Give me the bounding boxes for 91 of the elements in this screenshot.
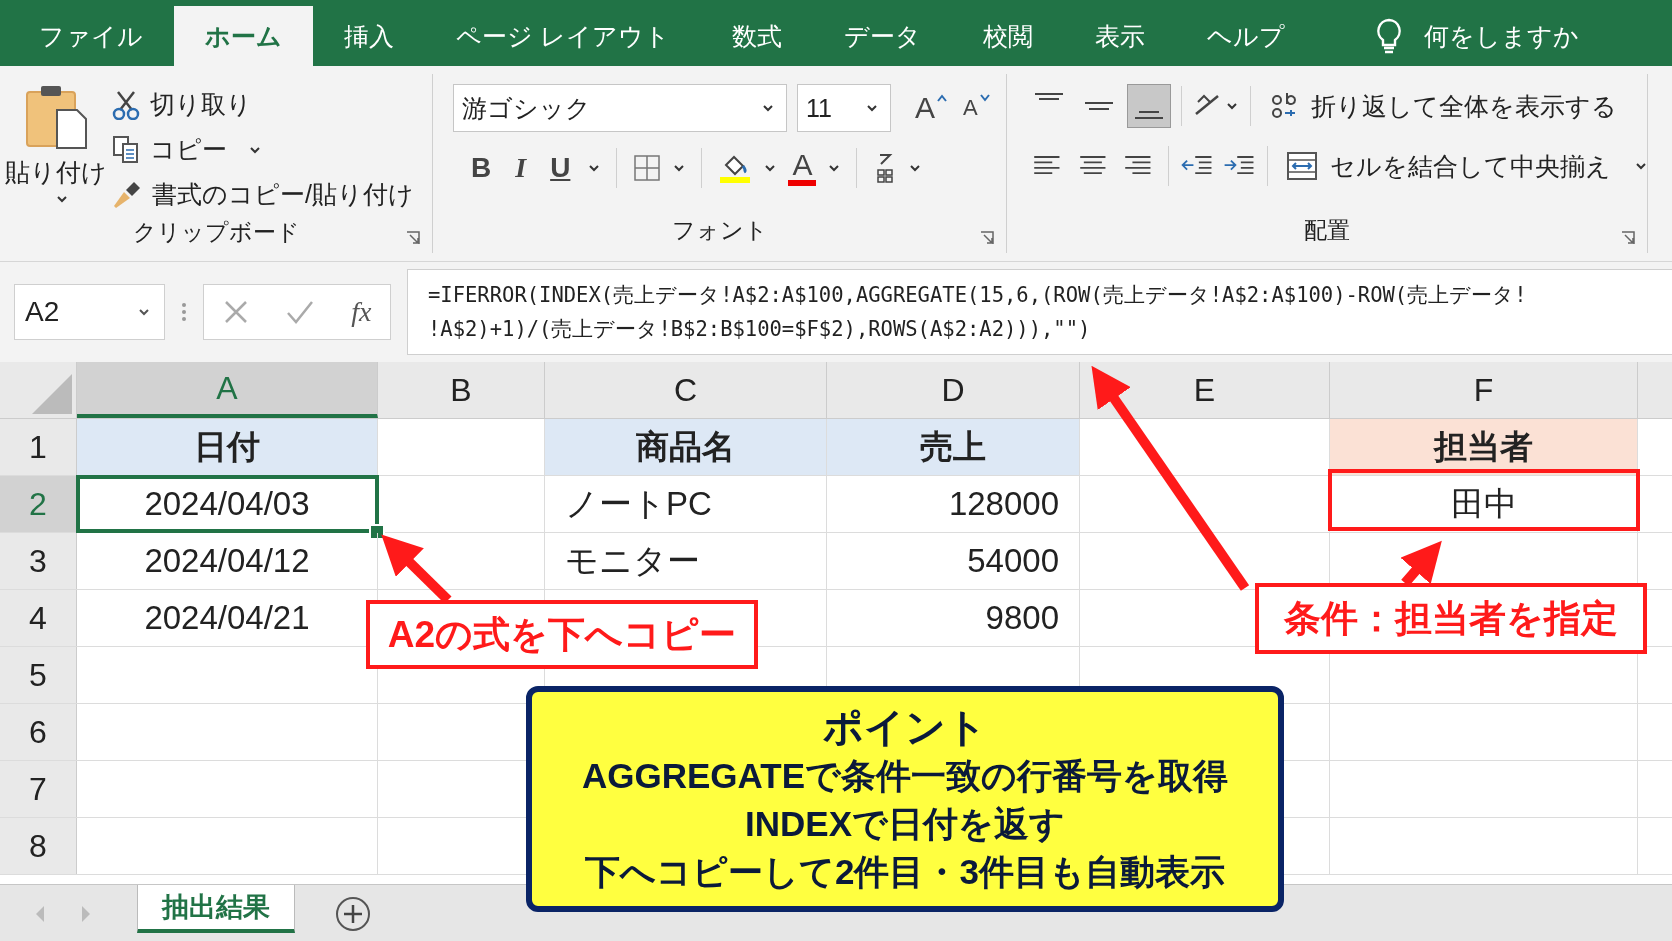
underline-button[interactable]: U <box>544 152 577 184</box>
italic-button[interactable]: I <box>509 152 533 184</box>
row-header[interactable]: 1 <box>0 419 77 475</box>
ribbon-tab[interactable]: 校閲 <box>951 6 1064 66</box>
ribbon-tab[interactable]: ヘルプ <box>1175 6 1316 66</box>
insert-function-button[interactable]: fx <box>351 296 372 328</box>
scissors-icon <box>112 89 140 120</box>
ribbon-tab[interactable]: 挿入 <box>313 6 425 66</box>
font-color-button[interactable]: A <box>788 150 817 186</box>
column-header[interactable]: C <box>545 362 827 418</box>
table-cell: ノートPC <box>545 476 827 532</box>
ribbon-tab[interactable]: 表示 <box>1063 6 1176 66</box>
callout-label: 条件：担当者を指定 <box>1255 583 1647 654</box>
dialog-launcher-icon[interactable] <box>980 231 994 245</box>
cut-button[interactable]: 切り取り <box>112 88 414 121</box>
caret-icon <box>866 104 878 112</box>
ribbon-tab[interactable]: ホーム <box>174 6 313 66</box>
fill-handle[interactable] <box>369 524 385 540</box>
table-cell: 2024/04/03 <box>77 476 378 532</box>
row-header[interactable]: 6 <box>0 704 77 760</box>
note-title: ポイント <box>823 704 987 751</box>
format-painter-button[interactable]: 書式のコピー/貼り付け <box>112 178 414 211</box>
column-header[interactable]: D <box>827 362 1080 418</box>
row-header[interactable]: 2 <box>0 476 77 532</box>
copy-button[interactable]: コピー <box>112 133 414 166</box>
table-cell: 9800 <box>827 590 1080 646</box>
caret-icon[interactable] <box>588 164 601 172</box>
lightbulb-icon <box>1375 18 1402 54</box>
dialog-launcher-icon[interactable] <box>406 231 420 245</box>
paste-button[interactable]: 貼り付け <box>0 74 112 211</box>
caret-icon <box>249 145 261 154</box>
wrap-text-button[interactable]: 折り返して全体を表示する <box>1269 89 1617 123</box>
column-header[interactable]: B <box>378 362 545 418</box>
ribbon-tab[interactable]: ページ レイアウト <box>425 6 701 66</box>
row-header[interactable]: 8 <box>0 818 77 874</box>
table-cell: 商品名 <box>545 419 827 475</box>
table-cell: 2024/04/12 <box>77 533 378 589</box>
caret-icon[interactable] <box>764 164 777 172</box>
row-header[interactable]: 5 <box>0 647 77 703</box>
callout-label: A2の式を下へコピー <box>366 600 758 669</box>
caret-icon <box>56 195 68 203</box>
column-header[interactable]: E <box>1080 362 1330 418</box>
row-header[interactable]: 3 <box>0 533 77 589</box>
group-label: クリップボード <box>132 217 300 247</box>
clipboard-icon <box>23 84 89 150</box>
wrap-text-icon <box>1269 91 1299 121</box>
table-cell: 田中 <box>1330 476 1638 532</box>
caret-up-icon <box>937 94 947 102</box>
table-cell: 担当者 <box>1330 419 1638 475</box>
formula-field[interactable]: =IFERROR(INDEX(売上データ!A$2:A$100,AGGREGATE(15,6,(ROW(売上データ!A$2:A$100)-ROW(売上データ! !A$2)+1)/(売上データ!B$2:B$100=$F$2),ROWS(A$2:A2))),"") <box>407 269 1672 355</box>
table-cell: 売上 <box>827 419 1080 475</box>
copy-icon <box>112 134 140 165</box>
merge-center-button[interactable]: セルを結合して中央揃え <box>1286 149 1648 183</box>
borders-icon[interactable] <box>633 154 662 182</box>
font-size-dropdown[interactable]: 11 <box>797 84 891 132</box>
table-cell: モニター <box>545 533 827 589</box>
ribbon-tab[interactable]: ファイル <box>8 6 174 66</box>
column-header[interactable]: F <box>1330 362 1638 418</box>
caret-icon <box>138 308 150 316</box>
note-line: AGGREGATEで条件一致の行番号を取得 <box>582 755 1228 797</box>
table-cell: 日付 <box>77 419 378 475</box>
column-header[interactable]: A <box>77 362 378 418</box>
caret-icon <box>1635 162 1648 170</box>
align-bottom-icon[interactable] <box>1127 84 1171 128</box>
merge-cells-icon <box>1286 151 1319 181</box>
caret-icon <box>762 104 774 112</box>
group-label: 配置 <box>1304 215 1350 245</box>
caret-down-icon <box>979 94 990 102</box>
tell-me-field[interactable]: 何をしますか <box>1423 19 1579 53</box>
ribbon-tab[interactable]: 数式 <box>700 6 813 66</box>
add-sheet-icon[interactable] <box>335 895 371 932</box>
caret-icon[interactable] <box>909 164 922 172</box>
table-cell: 54000 <box>827 533 1080 589</box>
table-cell: 128000 <box>827 476 1080 532</box>
font-name-dropdown[interactable]: 游ゴシック <box>453 84 787 132</box>
dialog-launcher-icon[interactable] <box>1621 231 1635 245</box>
ribbon-tab[interactable]: データ <box>812 6 952 66</box>
row-header[interactable]: 7 <box>0 761 77 817</box>
more-icon <box>181 301 187 323</box>
grow-font-button[interactable]: A <box>909 91 941 125</box>
caret-icon[interactable] <box>673 164 686 172</box>
note-line: INDEXで日付を返す <box>745 803 1065 845</box>
group-label: フォント <box>671 215 768 245</box>
shrink-font-button[interactable]: A <box>957 95 984 121</box>
caret-icon[interactable] <box>828 164 841 172</box>
brush-icon <box>112 179 142 210</box>
row-header[interactable]: 4 <box>0 590 77 646</box>
sheet-tab[interactable]: 抽出結果 <box>137 885 295 933</box>
bold-button[interactable]: B <box>465 152 498 184</box>
note-line: 下へコピーして2件目・3件目も自動表示 <box>585 851 1225 893</box>
name-box[interactable]: A2 <box>14 284 165 340</box>
